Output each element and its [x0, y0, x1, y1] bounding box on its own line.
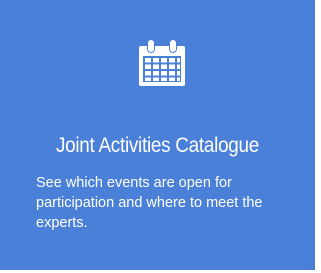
calendar-icon: [137, 38, 187, 88]
joint-activities-card[interactable]: Joint Activities Catalogue See which eve…: [0, 0, 315, 270]
card-title: Joint Activities Catalogue: [55, 134, 260, 157]
card-description: See which events are open for participat…: [36, 175, 263, 231]
